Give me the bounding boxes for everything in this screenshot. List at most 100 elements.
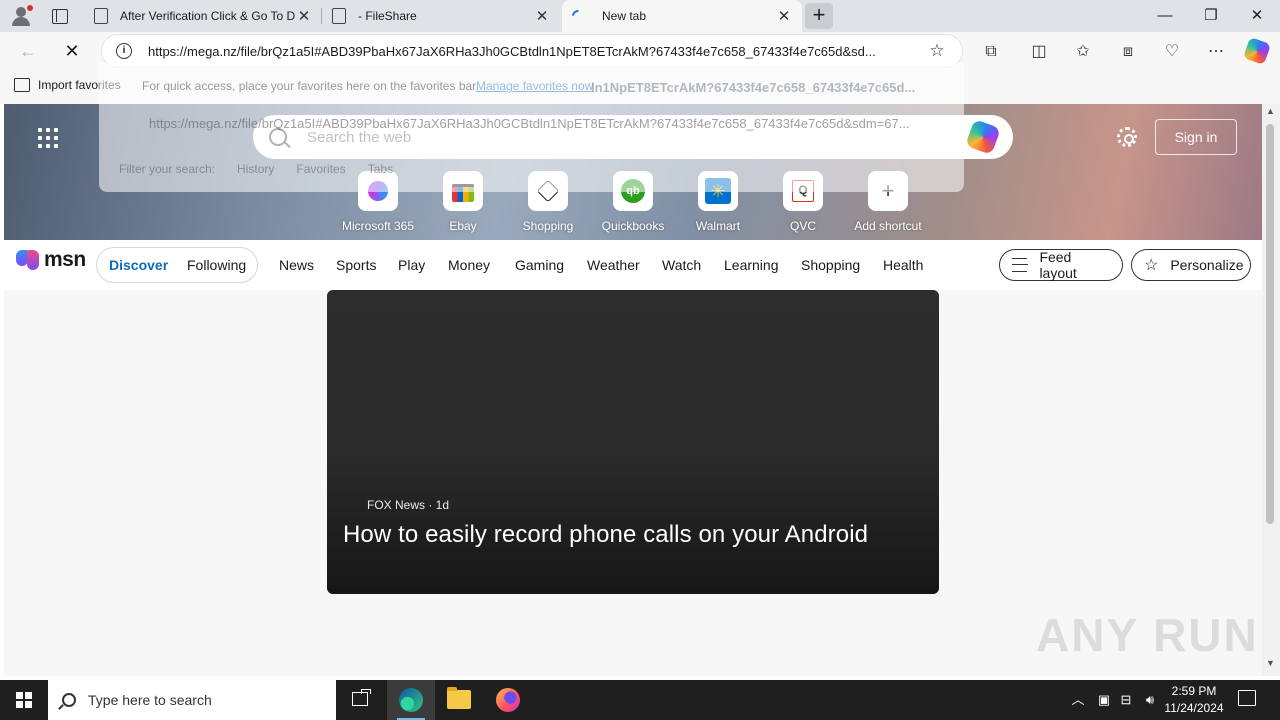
shortcut-label: Ebay: [449, 219, 477, 233]
volume-icon[interactable]: 🔊︎: [1140, 680, 1160, 720]
nav-watch[interactable]: Watch: [662, 257, 701, 273]
device-icon[interactable]: ▣: [1094, 680, 1114, 720]
task-view-icon: [352, 689, 371, 706]
close-tab-icon[interactable]: ✕: [534, 7, 550, 25]
page-scrollbar[interactable]: ▲ ▼: [1262, 104, 1280, 676]
personalize-button[interactable]: ☆ Personalize: [1131, 249, 1251, 281]
add-favorite-icon[interactable]: ☆: [926, 41, 948, 61]
web-search-box[interactable]: [253, 115, 1013, 159]
nav-money[interactable]: Money: [448, 257, 490, 273]
tab-following[interactable]: Following: [187, 257, 246, 273]
shortcut-label: Quickbooks: [601, 219, 665, 233]
sparkle-star-icon: ☆: [1144, 257, 1159, 274]
shortcut-label: Walmart: [695, 219, 741, 233]
page-icon: [332, 8, 346, 24]
msn-logo-text: msn: [44, 248, 86, 271]
nav-play[interactable]: Play: [398, 257, 425, 273]
msn-nav-bar: msn Discover Following News Sports Play …: [4, 240, 1262, 290]
task-view-button[interactable]: [336, 680, 384, 720]
scrollbar-thumb[interactable]: [1266, 124, 1274, 524]
address-bar[interactable]: i https://mega.nz/file/brQz1a5I#ABD39Pba…: [102, 35, 962, 67]
tab-strip: After Verification Click & Go To D ✕ - F…: [0, 0, 1280, 32]
taskbar-search[interactable]: Type here to search: [48, 680, 336, 720]
stop-loading-button[interactable]: ✕: [58, 38, 86, 64]
sliders-icon: [1012, 258, 1029, 272]
nav-gaming[interactable]: Gaming: [515, 257, 564, 273]
feed-layout-button[interactable]: Feed layout: [999, 249, 1123, 281]
back-button[interactable]: ←: [14, 38, 42, 64]
restore-button[interactable]: ❐: [1188, 0, 1234, 32]
settings-more-icon[interactable]: ⋯: [1205, 41, 1227, 63]
site-info-icon[interactable]: i: [116, 43, 132, 59]
tag-icon: [528, 171, 568, 211]
anyrun-watermark: ANY RUN: [1036, 609, 1259, 661]
manage-favorites-link[interactable]: Manage favorites now: [476, 79, 593, 93]
close-tab-icon[interactable]: ✕: [776, 7, 792, 25]
nav-news[interactable]: News: [279, 257, 314, 273]
folder-icon: [447, 687, 471, 709]
extensions-icon[interactable]: ⧉: [980, 41, 1002, 63]
news-source: FOX News · 1d: [367, 498, 450, 512]
shortcut-label: Microsoft 365: [341, 219, 415, 233]
new-tab-button[interactable]: +: [805, 3, 833, 29]
tab-new-tab[interactable]: New tab ✕: [562, 0, 802, 32]
sign-in-button[interactable]: Sign in: [1155, 119, 1237, 155]
close-tab-icon[interactable]: ✕: [296, 7, 312, 25]
add-shortcut-button[interactable]: + Add shortcut: [843, 171, 933, 233]
close-window-button[interactable]: ✕: [1234, 0, 1280, 32]
qvc-icon: Q: [783, 171, 823, 211]
news-card[interactable]: FOX News · 1d How to easily record phone…: [327, 290, 939, 594]
scroll-up-icon[interactable]: ▲: [1266, 106, 1275, 116]
news-headline[interactable]: How to easily record phone calls on your…: [343, 521, 868, 549]
tab-actions-icon[interactable]: [50, 6, 70, 26]
notifications-icon[interactable]: [1238, 690, 1256, 706]
apps-launcher-icon[interactable]: [38, 128, 58, 148]
favorites-bar: Import favorites For quick access, place…: [0, 70, 1280, 104]
taskbar-firefox[interactable]: [484, 680, 532, 720]
profile-icon[interactable]: [8, 4, 34, 28]
plus-icon: +: [868, 171, 908, 211]
collections-icon[interactable]: ⧈: [1117, 41, 1139, 63]
page-settings-icon[interactable]: [1117, 127, 1137, 147]
system-clock[interactable]: 2:59 PM 11/24/2024: [1158, 683, 1230, 717]
nav-weather[interactable]: Weather: [587, 257, 640, 273]
network-icon[interactable]: ⊟: [1116, 680, 1136, 720]
shortcut-microsoft365[interactable]: Microsoft 365: [333, 171, 423, 233]
minimize-button[interactable]: —: [1142, 0, 1188, 32]
favorites-icon[interactable]: ✩: [1072, 41, 1094, 63]
start-button[interactable]: [0, 680, 48, 720]
nav-learning[interactable]: Learning: [724, 257, 779, 273]
nav-sports[interactable]: Sports: [336, 257, 376, 273]
tab-title: - FileShare: [358, 9, 417, 23]
page-icon: [94, 8, 108, 24]
copilot-icon[interactable]: [1242, 36, 1272, 66]
taskbar-file-explorer[interactable]: [435, 680, 483, 720]
show-hidden-icons-chevron-up-icon[interactable]: ︿: [1068, 680, 1088, 720]
copilot-search-icon[interactable]: [965, 119, 1001, 155]
shortcut-ebay[interactable]: Ebay: [418, 171, 508, 233]
split-screen-icon[interactable]: ◫: [1028, 41, 1050, 63]
personalize-label: Personalize: [1170, 257, 1244, 273]
tab-after-verification[interactable]: After Verification Click & Go To D ✕: [84, 0, 322, 32]
tab-fileshare[interactable]: - FileShare ✕: [322, 0, 560, 32]
scroll-down-icon[interactable]: ▼: [1266, 658, 1275, 668]
navigation-bar: ← ✕ i https://mega.nz/file/brQz1a5I#ABD3…: [0, 32, 1280, 70]
walmart-spark-icon: ✳: [698, 171, 738, 211]
address-url[interactable]: https://mega.nz/file/brQz1a5I#ABD39PbaHx…: [148, 44, 926, 59]
nav-shopping[interactable]: Shopping: [801, 257, 860, 273]
microsoft365-icon: [358, 171, 398, 211]
tab-title: New tab: [602, 9, 647, 23]
shortcut-quickbooks[interactable]: qb Quickbooks: [588, 171, 678, 233]
shortcut-shopping[interactable]: Shopping: [503, 171, 593, 233]
browser-essentials-icon[interactable]: ♡: [1161, 41, 1183, 63]
msn-logo[interactable]: msn: [16, 248, 86, 272]
web-search-input[interactable]: [307, 128, 969, 146]
taskbar-edge[interactable]: [387, 680, 435, 720]
nav-health[interactable]: Health: [883, 257, 923, 273]
shortcut-walmart[interactable]: ✳ Walmart: [673, 171, 763, 233]
shortcut-qvc[interactable]: Q QVC: [758, 171, 848, 233]
msn-butterfly-icon: [16, 248, 42, 272]
taskbar-search-placeholder: Type here to search: [88, 692, 212, 708]
import-favorites-button[interactable]: Import favorites: [14, 78, 121, 92]
tab-discover[interactable]: Discover: [109, 257, 168, 273]
